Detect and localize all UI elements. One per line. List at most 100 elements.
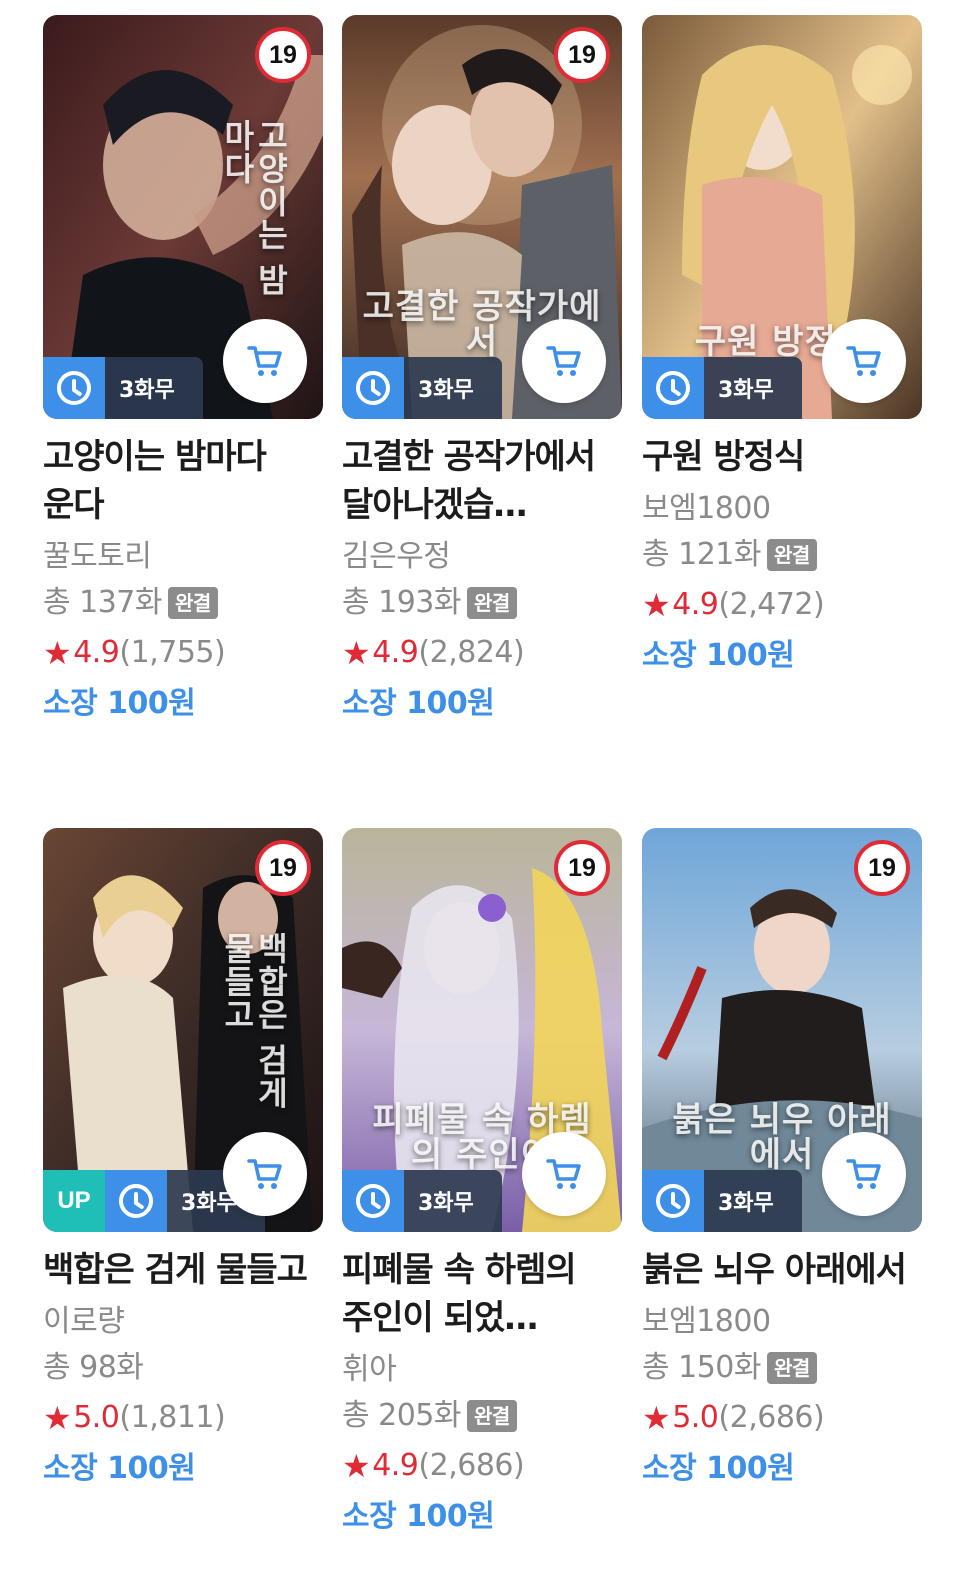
completed-badge: 완결	[767, 1352, 817, 1384]
book-author: 보엠1800	[642, 491, 771, 526]
cart-icon	[846, 346, 881, 376]
wait-free-label: 3화무	[105, 357, 203, 419]
add-to-cart-button[interactable]	[223, 1132, 307, 1216]
price: 소장 100원	[642, 1451, 795, 1486]
clock-icon	[642, 357, 704, 419]
wait-free-label: 3화무	[704, 357, 802, 419]
rating: ★ 4.9 (1,755)	[43, 627, 323, 679]
book-cover[interactable]: 피폐물 속 하렘의 주인이 19 3화무	[342, 828, 622, 1232]
episode-count: 총 121화 완결	[642, 531, 922, 579]
age-19-badge: 19	[554, 840, 610, 896]
price: 소장 100원	[342, 1499, 495, 1534]
clock-icon	[642, 1170, 704, 1232]
add-to-cart-button[interactable]	[822, 1132, 906, 1216]
book-title[interactable]: 고결한 공작가에서 달아나겠습…	[342, 433, 622, 529]
book-cover[interactable]: 백합은 검게 물들고 19 UP 3화무	[43, 828, 323, 1232]
completed-badge: 완결	[467, 587, 517, 619]
episode-count-text: 총 137화	[43, 585, 163, 620]
add-to-cart-button[interactable]	[822, 319, 906, 403]
book-author: 보엠1800	[642, 1304, 771, 1339]
cart-icon	[247, 1159, 282, 1189]
cart-icon	[247, 346, 282, 376]
rating-count: (1,811)	[119, 1400, 226, 1435]
rating-score: 4.9	[372, 1448, 419, 1483]
add-to-cart-button[interactable]	[522, 1132, 606, 1216]
clock-icon	[342, 1170, 404, 1232]
star-icon: ★	[342, 634, 371, 672]
completed-badge: 완결	[767, 539, 817, 571]
star-icon: ★	[642, 1399, 671, 1437]
wait-free-label: 3화무	[404, 357, 502, 419]
add-to-cart-button[interactable]	[223, 319, 307, 403]
book-title[interactable]: 구원 방정식	[642, 433, 922, 481]
rating-score: 4.9	[672, 587, 719, 622]
episode-count-text: 총 193화	[342, 585, 462, 620]
book-title[interactable]: 붉은 뇌우 아래에서	[642, 1246, 922, 1294]
cart-icon	[846, 1159, 881, 1189]
book-author: 꿀도토리	[43, 539, 152, 574]
price: 소장 100원	[43, 1451, 196, 1486]
age-19-badge: 19	[255, 27, 311, 83]
episode-count-text: 총 205화	[342, 1398, 462, 1433]
episode-count: 총 98화	[43, 1344, 323, 1392]
cover-title: 고양이는 밤마다	[218, 119, 290, 297]
clock-icon	[43, 357, 105, 419]
price: 소장 100원	[642, 638, 795, 673]
rating-count: (2,686)	[718, 1400, 825, 1435]
clock-icon	[342, 357, 404, 419]
wait-free-badge: 3화무	[342, 1170, 502, 1232]
age-19-badge: 19	[854, 840, 910, 896]
rating-count: (2,824)	[418, 635, 525, 670]
add-to-cart-button[interactable]	[522, 319, 606, 403]
wait-free-badge: 3화무	[342, 357, 502, 419]
rating-score: 4.9	[73, 635, 120, 670]
book-author: 이로량	[43, 1304, 125, 1339]
wait-free-badge: 3화무	[642, 1170, 802, 1232]
rating: ★ 4.9 (2,824)	[342, 627, 622, 679]
cart-icon	[546, 1159, 581, 1189]
rating-score: 5.0	[73, 1400, 120, 1435]
book-title[interactable]: 피폐물 속 하렘의 주인이 되었…	[342, 1246, 622, 1342]
rating-score: 5.0	[672, 1400, 719, 1435]
rating: ★ 4.9 (2,472)	[642, 579, 922, 631]
cover-title: 백합은 검게 물들고	[218, 932, 290, 1110]
episode-count-text: 총 98화	[43, 1350, 144, 1385]
book-card[interactable]: 피폐물 속 하렘의 주인이 19 3화무 피폐물 속 하렘의 주인이 되었… 휘…	[342, 828, 622, 1542]
rating-count: (1,755)	[119, 635, 226, 670]
wait-free-badge: 3화무	[43, 357, 203, 419]
rating: ★ 5.0 (2,686)	[642, 1392, 922, 1444]
book-cover[interactable]: 붉은 뇌우 아래에서 19 3화무	[642, 828, 922, 1232]
star-icon: ★	[642, 586, 671, 624]
age-19-badge: 19	[255, 840, 311, 896]
completed-badge: 완결	[467, 1400, 517, 1432]
rating: ★ 5.0 (1,811)	[43, 1392, 323, 1444]
book-card[interactable]: 고양이는 밤마다 19 3화무 고양이는 밤마다 운다 꿀도토리 총 137화 완…	[43, 15, 323, 729]
wait-free-badge: 3화무	[642, 357, 802, 419]
price: 소장 100원	[342, 686, 495, 721]
star-icon: ★	[342, 1447, 371, 1485]
clock-icon	[105, 1170, 167, 1232]
episode-count: 총 137화 완결	[43, 579, 323, 627]
book-cover[interactable]: 구원 방정식 19 3화무	[642, 15, 922, 419]
episode-count: 총 205화 완결	[342, 1392, 622, 1440]
book-card[interactable]: 백합은 검게 물들고 19 UP 3화무 백합은 검게 물들고 이로량 총 98…	[43, 828, 323, 1494]
wait-free-label: 3화무	[704, 1170, 802, 1232]
episode-count: 총 150화 완결	[642, 1344, 922, 1392]
book-author: 김은우정	[342, 539, 451, 574]
rating: ★ 4.9 (2,686)	[342, 1440, 622, 1492]
book-card[interactable]: 구원 방정식 19 3화무 구원 방정식 보엠1800 총 121화완결 ★4.…	[642, 15, 922, 681]
up-badge: UP	[43, 1170, 105, 1232]
book-card[interactable]: 붉은 뇌우 아래에서 19 3화무 붉은 뇌우 아래에서 보엠1800 총 15…	[642, 828, 922, 1494]
book-card[interactable]: 고결한 공작가에서 19 3화무 고결한 공작가에서 달아나겠습… 김은우정 총…	[342, 15, 622, 729]
rating-score: 4.9	[372, 635, 419, 670]
episode-count-text: 총 150화	[642, 1350, 762, 1385]
book-cover[interactable]: 고결한 공작가에서 19 3화무	[342, 15, 622, 419]
episode-count: 총 193화 완결	[342, 579, 622, 627]
cart-icon	[546, 346, 581, 376]
price: 소장 100원	[43, 686, 196, 721]
book-title[interactable]: 고양이는 밤마다 운다	[43, 433, 323, 529]
rating-count: (2,472)	[718, 587, 825, 622]
book-author: 휘아	[342, 1352, 397, 1387]
book-title[interactable]: 백합은 검게 물들고	[43, 1246, 323, 1294]
book-cover[interactable]: 고양이는 밤마다 19 3화무	[43, 15, 323, 419]
